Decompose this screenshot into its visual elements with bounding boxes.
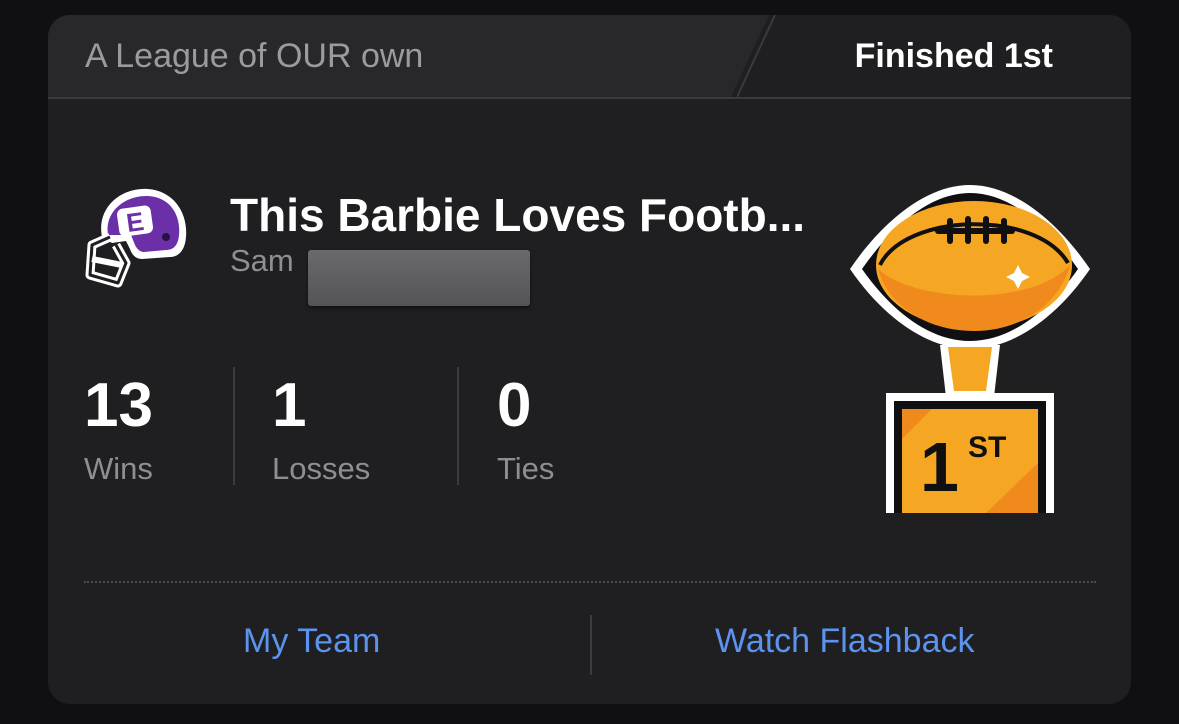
footer-divider bbox=[84, 581, 1096, 583]
card-header: A League of OUR own Finished 1st bbox=[48, 15, 1131, 99]
wins-label: Wins bbox=[84, 451, 153, 486]
stat-divider bbox=[457, 367, 459, 485]
watch-flashback-link[interactable]: Watch Flashback bbox=[715, 622, 975, 661]
losses-label: Losses bbox=[272, 451, 371, 486]
header-divider bbox=[737, 15, 776, 97]
finish-tab: Finished 1st bbox=[731, 15, 1131, 97]
redacted-owner-surname bbox=[308, 250, 530, 306]
action-divider bbox=[590, 615, 592, 675]
owner-name: Sam bbox=[230, 243, 294, 278]
trophy-icon: 1 ST bbox=[850, 185, 1090, 513]
league-name: A League of OUR own bbox=[85, 37, 424, 75]
ties-stat: 0 Ties bbox=[497, 375, 554, 487]
football-helmet-icon: E bbox=[85, 188, 187, 288]
ties-label: Ties bbox=[497, 451, 555, 486]
trophy-place: 1 bbox=[920, 428, 959, 506]
my-team-link[interactable]: My Team bbox=[243, 622, 380, 661]
finish-label: Finished 1st bbox=[854, 37, 1053, 75]
team-name[interactable]: This Barbie Loves Footb... bbox=[230, 188, 805, 242]
stat-divider bbox=[233, 367, 235, 485]
trophy-suffix: ST bbox=[968, 431, 1006, 464]
wins-stat: 13 Wins bbox=[84, 375, 153, 487]
wins-value: 13 bbox=[84, 371, 153, 440]
ties-value: 0 bbox=[497, 371, 532, 440]
season-summary-card: A League of OUR own Finished 1st E This … bbox=[48, 15, 1131, 704]
losses-value: 1 bbox=[272, 371, 307, 440]
losses-stat: 1 Losses bbox=[272, 375, 370, 487]
